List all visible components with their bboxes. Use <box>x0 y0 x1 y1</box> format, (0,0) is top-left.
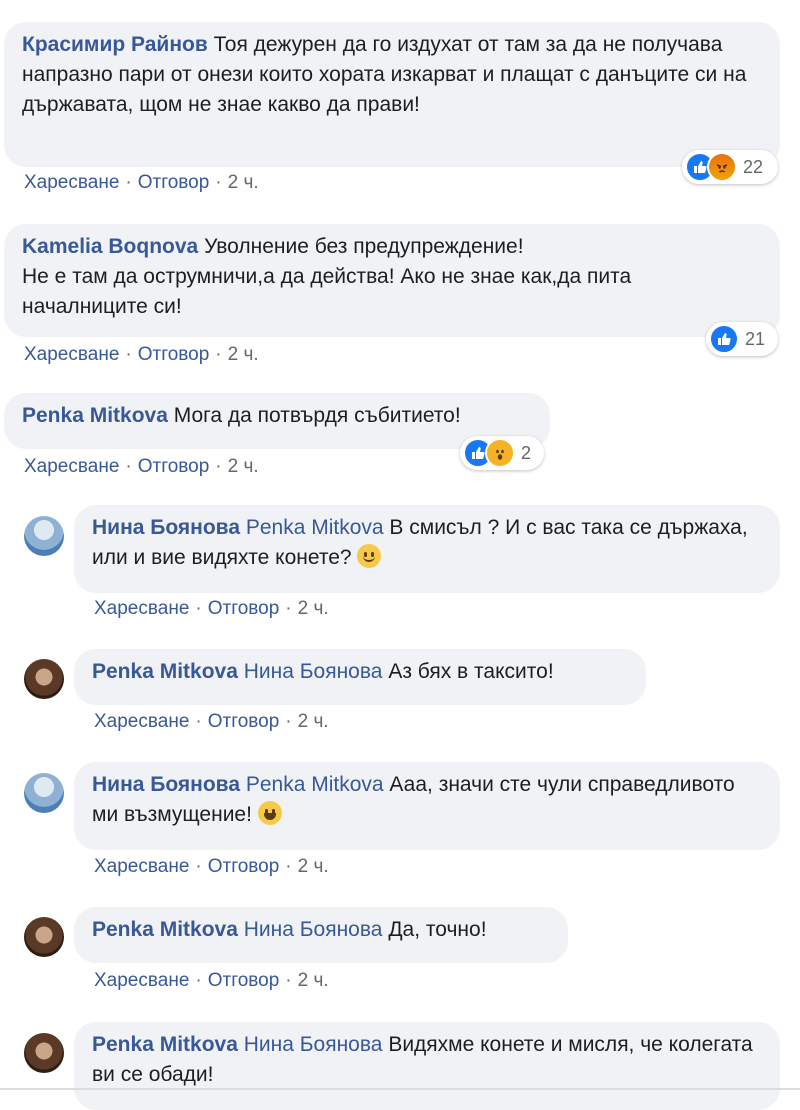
separator: · <box>195 970 202 991</box>
reply-button[interactable]: Отговор <box>138 456 210 477</box>
mention-link[interactable]: Penka Mitkova <box>246 516 384 539</box>
comment-text: Да, точно! <box>388 918 487 941</box>
like-button[interactable]: Харесване <box>24 344 119 365</box>
comment-bubble: Нина Боянова Penka Mitkova Ааа, значи ст… <box>74 762 780 850</box>
reaction-summary[interactable]: 2 <box>460 436 544 470</box>
grinning-face-icon <box>257 801 282 825</box>
angry-icon <box>707 152 737 182</box>
separator: · <box>125 172 132 193</box>
reply-button[interactable]: Отговор <box>208 598 280 619</box>
reply-button[interactable]: Отговор <box>208 856 280 877</box>
comment-actions: Харесване · Отговор · 2 ч. <box>94 856 329 878</box>
timestamp[interactable]: 2 ч. <box>228 344 259 365</box>
reaction-count: 2 <box>521 442 532 463</box>
comment-author[interactable]: Нина Боянова <box>92 516 240 539</box>
separator: · <box>195 598 202 619</box>
comment-actions: Харесване · Отговор · 2 ч. <box>94 970 329 992</box>
comment-author[interactable]: Penka Mitkova <box>22 404 168 427</box>
mention-link[interactable]: Нина Боянова <box>244 918 383 941</box>
avatar[interactable] <box>24 516 64 556</box>
comment-text-line2: Не е там да острумничи,а да действа! Ако… <box>22 265 632 318</box>
mention-link[interactable]: Нина Боянова <box>244 660 383 683</box>
like-button[interactable]: Харесване <box>94 598 189 619</box>
comment-bubble: Нина Боянова Penka Mitkova В смисъл ? И … <box>74 505 780 593</box>
separator: · <box>285 711 292 732</box>
comment-actions: Харесване · Отговор · 2 ч. <box>94 711 329 733</box>
separator: · <box>285 856 292 877</box>
comment-author[interactable]: Нина Боянова <box>92 773 240 796</box>
comment-text: Аз бях в таксито! <box>388 660 554 683</box>
separator: · <box>215 456 222 477</box>
comment-bubble: Красимир Райнов Тоя дежурен да го издуха… <box>4 22 780 167</box>
reply-button[interactable]: Отговор <box>208 970 280 991</box>
comment-actions: Харесване · Отговор · 2 ч. <box>24 456 259 478</box>
avatar[interactable] <box>24 917 64 957</box>
separator: · <box>285 970 292 991</box>
mention-link[interactable]: Penka Mitkova <box>246 773 384 796</box>
divider <box>0 1088 800 1090</box>
like-button[interactable]: Харесване <box>24 456 119 477</box>
comment-text-line1: Уволнение без предупреждение! <box>204 235 524 258</box>
separator: · <box>195 711 202 732</box>
separator: · <box>125 456 132 477</box>
comment-author[interactable]: Penka Mitkova <box>92 1033 238 1056</box>
reply-button[interactable]: Отговор <box>208 711 280 732</box>
comment-actions: Харесване · Отговор · 2 ч. <box>94 598 329 620</box>
comment-author[interactable]: Kamelia Boqnova <box>22 235 198 258</box>
comment-text: Мога да потвърдя събитието! <box>173 404 461 427</box>
timestamp[interactable]: 2 ч. <box>228 172 259 193</box>
avatar[interactable] <box>24 1033 64 1073</box>
comment-actions: Харесване · Отговор · 2 ч. <box>24 172 259 194</box>
separator: · <box>215 172 222 193</box>
reply-button[interactable]: Отговор <box>138 172 210 193</box>
separator: · <box>195 856 202 877</box>
timestamp[interactable]: 2 ч. <box>298 598 329 619</box>
reaction-summary[interactable]: 21 <box>706 322 778 356</box>
mention-link[interactable]: Нина Боянова <box>244 1033 383 1056</box>
reaction-count: 22 <box>743 156 764 177</box>
separator: · <box>125 344 132 365</box>
avatar[interactable] <box>24 659 64 699</box>
like-button[interactable]: Харесване <box>94 711 189 732</box>
comment-author[interactable]: Красимир Райнов <box>22 33 208 56</box>
comment-author[interactable]: Penka Mitkova <box>92 660 238 683</box>
reaction-count: 21 <box>745 328 766 349</box>
comment-actions: Харесване · Отговор · 2 ч. <box>24 344 259 366</box>
comment-bubble: Penka Mitkova Нина Боянова Видяхме конет… <box>74 1022 780 1110</box>
timestamp[interactable]: 2 ч. <box>228 456 259 477</box>
like-button[interactable]: Харесване <box>94 970 189 991</box>
comment-author[interactable]: Penka Mitkova <box>92 918 238 941</box>
timestamp[interactable]: 2 ч. <box>298 711 329 732</box>
separator: · <box>215 344 222 365</box>
like-button[interactable]: Харесване <box>24 172 119 193</box>
like-button[interactable]: Харесване <box>94 856 189 877</box>
reply-button[interactable]: Отговор <box>138 344 210 365</box>
comment-bubble: Penka Mitkova Нина Боянова Аз бях в такс… <box>74 649 646 705</box>
comment-bubble: Kamelia Boqnova Уволнение без предупрежд… <box>4 224 780 337</box>
separator: · <box>285 598 292 619</box>
like-icon <box>709 324 739 354</box>
wow-icon <box>485 438 515 468</box>
timestamp[interactable]: 2 ч. <box>298 856 329 877</box>
comment-bubble: Penka Mitkova Нина Боянова Да, точно! <box>74 907 568 963</box>
reaction-summary[interactable]: 22 <box>682 150 778 184</box>
timestamp[interactable]: 2 ч. <box>298 970 329 991</box>
avatar[interactable] <box>24 773 64 813</box>
smiling-face-icon <box>357 544 382 568</box>
